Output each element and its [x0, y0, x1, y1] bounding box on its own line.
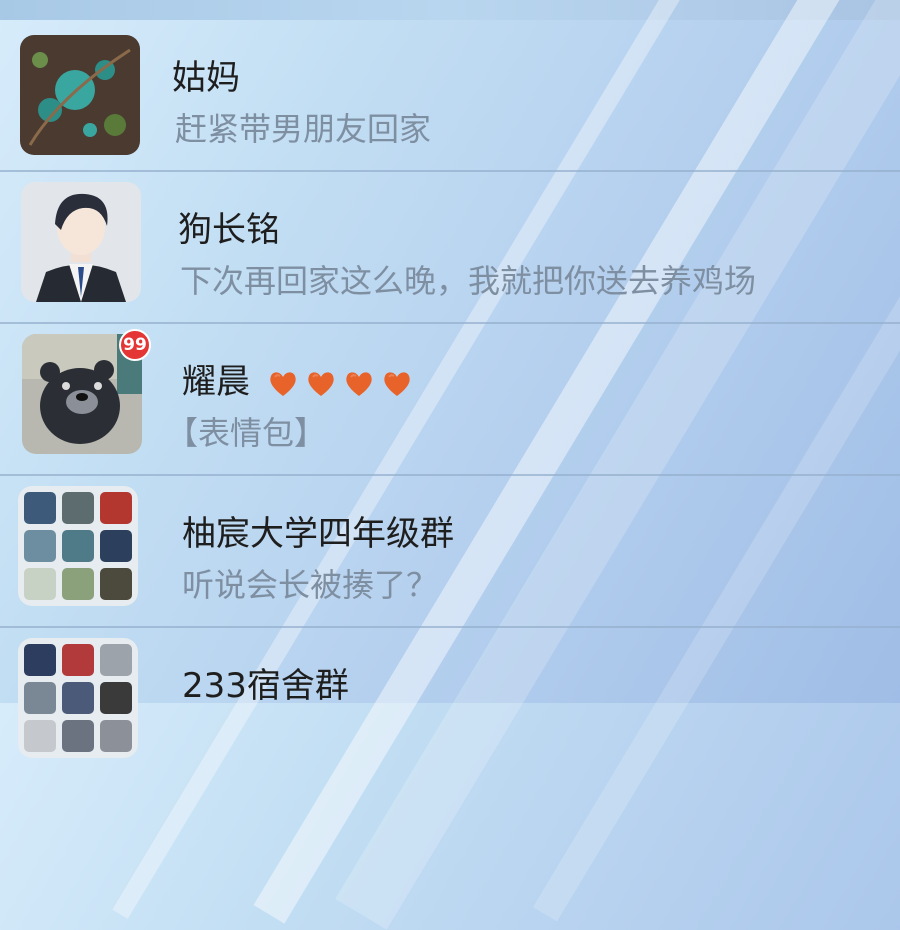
chat-item-university-group[interactable]: 柚宸大学四年级群 听说会长被揍了？: [0, 476, 900, 628]
chat-name: 233宿舍群: [182, 666, 349, 706]
heart-icon: [384, 371, 410, 396]
chat-item-dorm-group[interactable]: 233宿舍群: [0, 628, 900, 778]
chat-item-guma[interactable]: 姑妈 赶紧带男朋友回家: [0, 20, 900, 172]
chat-preview: 【表情包】: [166, 414, 327, 452]
unread-badge: 99: [119, 329, 151, 361]
chat-list: 姑妈 赶紧带男朋友回家 狗长铭 下次再回家这么晚，我就把你送去养鸡场 99 耀晨…: [0, 20, 900, 758]
chat-name-text: 耀晨: [182, 362, 250, 402]
chat-item-yaochen[interactable]: 99 耀晨 【表情包】: [0, 324, 900, 476]
heart-icon: [346, 371, 372, 396]
heart-icon: [308, 371, 334, 396]
group-avatar: [18, 486, 138, 606]
chat-name: 耀晨: [182, 354, 413, 403]
hearts-row: [267, 368, 413, 400]
group-avatar: [18, 638, 138, 758]
chat-preview: 听说会长被揍了？: [182, 566, 439, 604]
chat-preview: 下次再回家这么晚，我就把你送去养鸡场: [180, 262, 757, 300]
floral-pattern-avatar: [20, 35, 140, 155]
chat-name: 姑妈: [172, 58, 240, 98]
top-bar: [0, 0, 900, 20]
heart-icon: [270, 371, 296, 396]
chat-item-gouchangming[interactable]: 狗长铭 下次再回家这么晚，我就把你送去养鸡场: [0, 172, 900, 324]
man-in-suit-avatar: [21, 182, 141, 302]
chat-name: 狗长铭: [178, 210, 280, 250]
chat-preview: 赶紧带男朋友回家: [175, 110, 432, 148]
chat-name: 柚宸大学四年级群: [182, 514, 454, 554]
